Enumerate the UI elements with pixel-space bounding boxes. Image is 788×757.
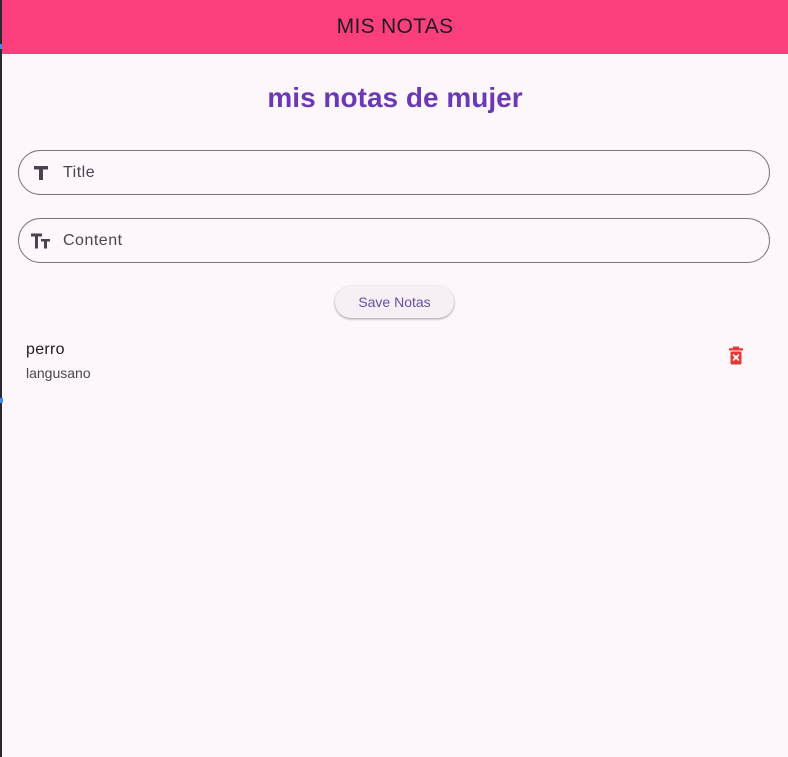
edge-marker <box>0 398 3 403</box>
content-input[interactable] <box>63 219 769 262</box>
note-content: langusano <box>26 365 91 381</box>
delete-forever-icon <box>728 346 744 370</box>
note-list-item: perro langusano <box>2 332 788 388</box>
delete-note-button[interactable] <box>716 342 756 374</box>
title-field[interactable] <box>18 150 770 195</box>
note-title: perro <box>26 341 65 358</box>
app-bar: MIS NOTAS <box>2 0 788 54</box>
page-heading: mis notas de mujer <box>267 82 523 113</box>
text-fields-icon <box>19 232 63 250</box>
save-notes-button[interactable]: Save Notas <box>335 286 454 318</box>
title-icon <box>19 164 63 182</box>
title-input[interactable] <box>63 151 769 194</box>
app-window: MIS NOTAS mis notas de mujer Save Notas … <box>0 0 788 757</box>
content-field[interactable] <box>18 218 770 263</box>
app-bar-title: MIS NOTAS <box>336 15 454 38</box>
